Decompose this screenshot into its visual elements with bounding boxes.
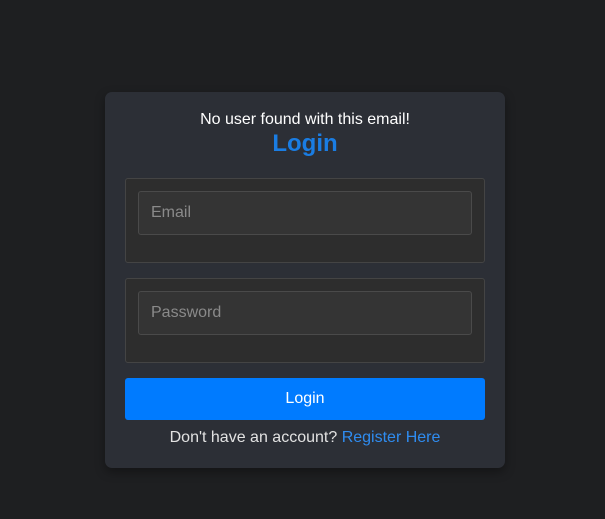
page-title: Login [272, 130, 338, 157]
register-prompt-line: Don't have an account? Register Here [105, 429, 505, 447]
email-field[interactable] [138, 191, 472, 235]
email-field-group [125, 178, 485, 263]
register-link[interactable]: Register Here [342, 429, 441, 446]
login-card: No user found with this email! Login Log… [105, 92, 505, 468]
error-message: No user found with this email! [200, 111, 410, 128]
password-field-group [125, 278, 485, 363]
login-button[interactable]: Login [125, 378, 485, 420]
password-field[interactable] [138, 291, 472, 335]
register-prompt: Don't have an account? [169, 429, 338, 446]
